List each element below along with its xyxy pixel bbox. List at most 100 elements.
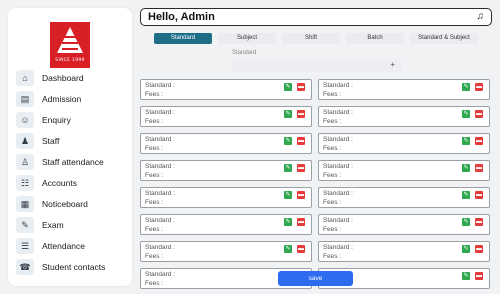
delete-icon[interactable]: ▬ [475, 191, 483, 199]
fees-card: Standard : Fees : ✎ ▬ [318, 214, 490, 235]
delete-icon[interactable]: ▬ [297, 245, 305, 253]
sidebar-item-label: Noticeboard [42, 199, 88, 209]
sidebar-item-label: Admission [42, 94, 82, 104]
sidebar-item-staff[interactable]: ♟ Staff [16, 132, 132, 150]
card-standard-label: Standard : [145, 136, 175, 143]
card-fees-label: Fees : [323, 145, 342, 152]
logo-stripe [62, 36, 78, 38]
card-standard-label: Standard : [323, 190, 353, 197]
card-standard-label: Standard : [323, 82, 353, 89]
tab-batch[interactable]: Batch [346, 33, 404, 44]
edit-icon[interactable]: ✎ [462, 164, 470, 172]
edit-icon[interactable]: ✎ [284, 137, 292, 145]
card-standard-label: Standard : [145, 163, 175, 170]
delete-icon[interactable]: ▬ [475, 83, 483, 91]
save-button[interactable]: save [278, 271, 353, 286]
sidebar-item-dashboard[interactable]: ⌂ Dashboard [16, 69, 132, 87]
card-fees-label: Fees : [323, 199, 342, 206]
card-standard-label: Standard : [145, 217, 175, 224]
edit-icon[interactable]: ✎ [284, 164, 292, 172]
card-fees-label: Fees : [145, 226, 164, 233]
logo-stripe [62, 42, 78, 44]
edit-icon[interactable]: ✎ [284, 191, 292, 199]
edit-icon[interactable]: ✎ [462, 272, 470, 280]
edit-icon[interactable]: ✎ [284, 245, 292, 253]
delete-icon[interactable]: ▬ [297, 191, 305, 199]
tab-subject[interactable]: Subject [218, 33, 276, 44]
fees-card: Standard : Fees : ✎ ▬ [140, 160, 312, 181]
attendance-icon: ☰ [16, 238, 34, 254]
enquiry-icon: ☺ [16, 112, 34, 128]
delete-icon[interactable]: ▬ [475, 137, 483, 145]
delete-icon[interactable]: ▬ [475, 245, 483, 253]
brand-since: SINCE 1999 [55, 58, 85, 63]
sidebar-item-student-contacts[interactable]: ☎ Student contacts [16, 258, 132, 276]
sidebar-item-label: Staff [42, 136, 60, 146]
delete-icon[interactable]: ▬ [475, 110, 483, 118]
edit-icon[interactable]: ✎ [462, 110, 470, 118]
tab-shift[interactable]: Shift [282, 33, 340, 44]
bell-icon[interactable]: ♫ [477, 11, 485, 22]
delete-icon[interactable]: ▬ [297, 137, 305, 145]
contacts-icon: ☎ [16, 259, 34, 275]
card-standard-label: Standard : [323, 244, 353, 251]
edit-icon[interactable]: ✎ [462, 191, 470, 199]
card-fees-label: Fees : [323, 91, 342, 98]
sidebar-item-label: Exam [42, 220, 64, 230]
edit-icon[interactable]: ✎ [462, 218, 470, 226]
logo-stripe [62, 48, 78, 50]
sidebar-item-admission[interactable]: ▤ Admission [16, 90, 132, 108]
staff-icon: ♟ [16, 133, 34, 149]
delete-icon[interactable]: ▬ [475, 272, 483, 280]
edit-icon[interactable]: ✎ [284, 218, 292, 226]
accounts-icon: ☷ [16, 175, 34, 191]
staff-attendance-icon: ♙ [16, 154, 34, 170]
sidebar-item-exam[interactable]: ✎ Exam [16, 216, 132, 234]
sidebar-item-staff-attendance[interactable]: ♙ Staff attendance [16, 153, 132, 171]
fees-card: Standard : Fees : ✎ ▬ [318, 79, 490, 100]
sidebar-item-attendance[interactable]: ☰ Attendance [16, 237, 132, 255]
fees-card: Standard : Fees : ✎ ▬ [140, 214, 312, 235]
card-standard-label: Standard : [145, 244, 175, 251]
card-fees-label: Fees : [323, 118, 342, 125]
tab-standard-subject[interactable]: Standard & Subject [410, 33, 478, 44]
sidebar-item-label: Student contacts [42, 262, 106, 272]
home-icon: ⌂ [16, 70, 34, 86]
card-standard-label: Standard : [323, 217, 353, 224]
edit-icon[interactable]: ✎ [462, 83, 470, 91]
delete-icon[interactable]: ▬ [297, 218, 305, 226]
standard-input[interactable]: + [232, 59, 402, 72]
edit-icon[interactable]: ✎ [462, 137, 470, 145]
card-standard-label: Standard : [145, 82, 175, 89]
delete-icon[interactable]: ▬ [297, 110, 305, 118]
sidebar-item-enquiry[interactable]: ☺ Enquiry [16, 111, 132, 129]
fees-card: Standard : Fees : ✎ ▬ [140, 106, 312, 127]
brand-logo: SINCE 1999 [50, 22, 90, 68]
card-standard-label: Standard : [323, 136, 353, 143]
sidebar-item-label: Attendance [42, 241, 86, 251]
card-standard-label: Standard : [145, 271, 175, 278]
fees-card: Standard : Fees : ✎ ▬ [318, 241, 490, 262]
delete-icon[interactable]: ▬ [475, 218, 483, 226]
tab-bar: Standard Subject Shift Batch Standard & … [154, 33, 478, 44]
add-icon[interactable]: + [390, 60, 395, 69]
edit-icon[interactable]: ✎ [284, 110, 292, 118]
admission-icon: ▤ [16, 91, 34, 107]
sidebar-item-label: Accounts [42, 178, 77, 188]
sidebar-item-label: Enquiry [42, 115, 71, 125]
sidebar: SINCE 1999 ⌂ Dashboard ▤ Admission ☺ Enq… [8, 8, 132, 286]
header-bar: Hello, Admin ♫ [140, 8, 492, 26]
sidebar-item-accounts[interactable]: ☷ Accounts [16, 174, 132, 192]
noticeboard-icon: ▦ [16, 196, 34, 212]
edit-icon[interactable]: ✎ [462, 245, 470, 253]
delete-icon[interactable]: ▬ [475, 164, 483, 172]
sidebar-item-noticeboard[interactable]: ▦ Noticeboard [16, 195, 132, 213]
edit-icon[interactable]: ✎ [284, 83, 292, 91]
tab-standard[interactable]: Standard [154, 33, 212, 44]
delete-icon[interactable]: ▬ [297, 83, 305, 91]
card-fees-label: Fees : [323, 253, 342, 260]
card-fees-label: Fees : [145, 253, 164, 260]
card-fees-label: Fees : [323, 226, 342, 233]
delete-icon[interactable]: ▬ [297, 164, 305, 172]
sidebar-item-label: Staff attendance [42, 157, 104, 167]
